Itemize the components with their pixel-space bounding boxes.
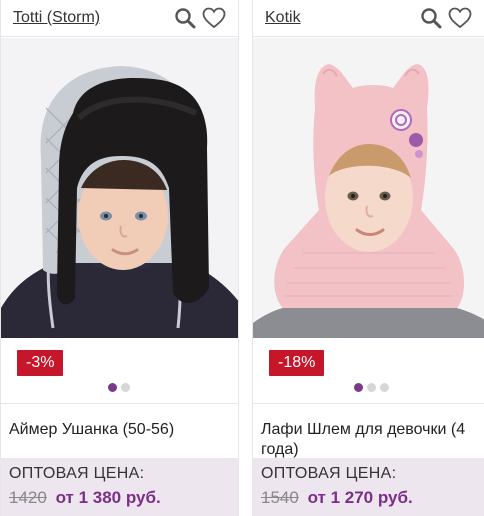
discount-badge: -18% — [269, 350, 325, 376]
search-icon[interactable] — [420, 7, 442, 29]
image-dot-2[interactable] — [121, 383, 130, 392]
brand-link[interactable]: Totti (Storm) — [13, 9, 100, 27]
price-box: ОПТОВАЯ ЦЕНА: 1420 от 1 380 руб. — [1, 458, 238, 516]
image-dot-1[interactable] — [108, 383, 117, 392]
price-label: ОПТОВАЯ ЦЕНА: — [261, 465, 397, 482]
price-label: ОПТОВАЯ ЦЕНА: — [9, 465, 145, 482]
product-card-1[interactable]: Totti (Storm) -3% Аймер Ушанка (50-56) О… — [0, 0, 239, 516]
product-name[interactable]: Лафи Шлем для девочки (4 года) — [261, 420, 484, 460]
brand-link[interactable]: Kotik — [265, 9, 301, 27]
image-dot-1[interactable] — [354, 383, 363, 392]
image-pagination — [108, 383, 130, 392]
product-name-text: Лафи Шлем для девочки (4 года) — [261, 421, 466, 458]
heart-icon[interactable] — [202, 7, 226, 29]
old-price: 1420 — [9, 488, 47, 507]
card-actions — [420, 7, 472, 29]
price-row: 1540 от 1 270 руб. — [261, 487, 476, 509]
card-header: Totti (Storm) — [1, 0, 238, 37]
price-box: ОПТОВАЯ ЦЕНА: 1540 от 1 270 руб. — [253, 458, 484, 516]
product-photo[interactable] — [1, 38, 238, 338]
card-actions — [174, 7, 226, 29]
price-row: 1420 от 1 380 руб. — [9, 487, 230, 509]
product-photo[interactable] — [253, 38, 484, 338]
product-name[interactable]: Аймер Ушанка (50-56) — [9, 420, 238, 440]
old-price: 1540 — [261, 488, 299, 507]
wholesale-price: от 1 380 руб. — [55, 488, 161, 507]
heart-icon[interactable] — [448, 7, 472, 29]
divider — [1, 403, 238, 404]
search-icon[interactable] — [174, 7, 196, 29]
divider — [253, 403, 484, 404]
discount-badge: -3% — [17, 350, 64, 376]
wholesale-price: от 1 270 руб. — [307, 488, 413, 507]
image-dot-3[interactable] — [380, 383, 389, 392]
product-card-2[interactable]: Kotik -18% Лафи Шлем для девочки (4 года… — [252, 0, 484, 516]
card-header: Kotik — [253, 0, 484, 37]
image-pagination — [354, 383, 389, 392]
image-dot-2[interactable] — [367, 383, 376, 392]
